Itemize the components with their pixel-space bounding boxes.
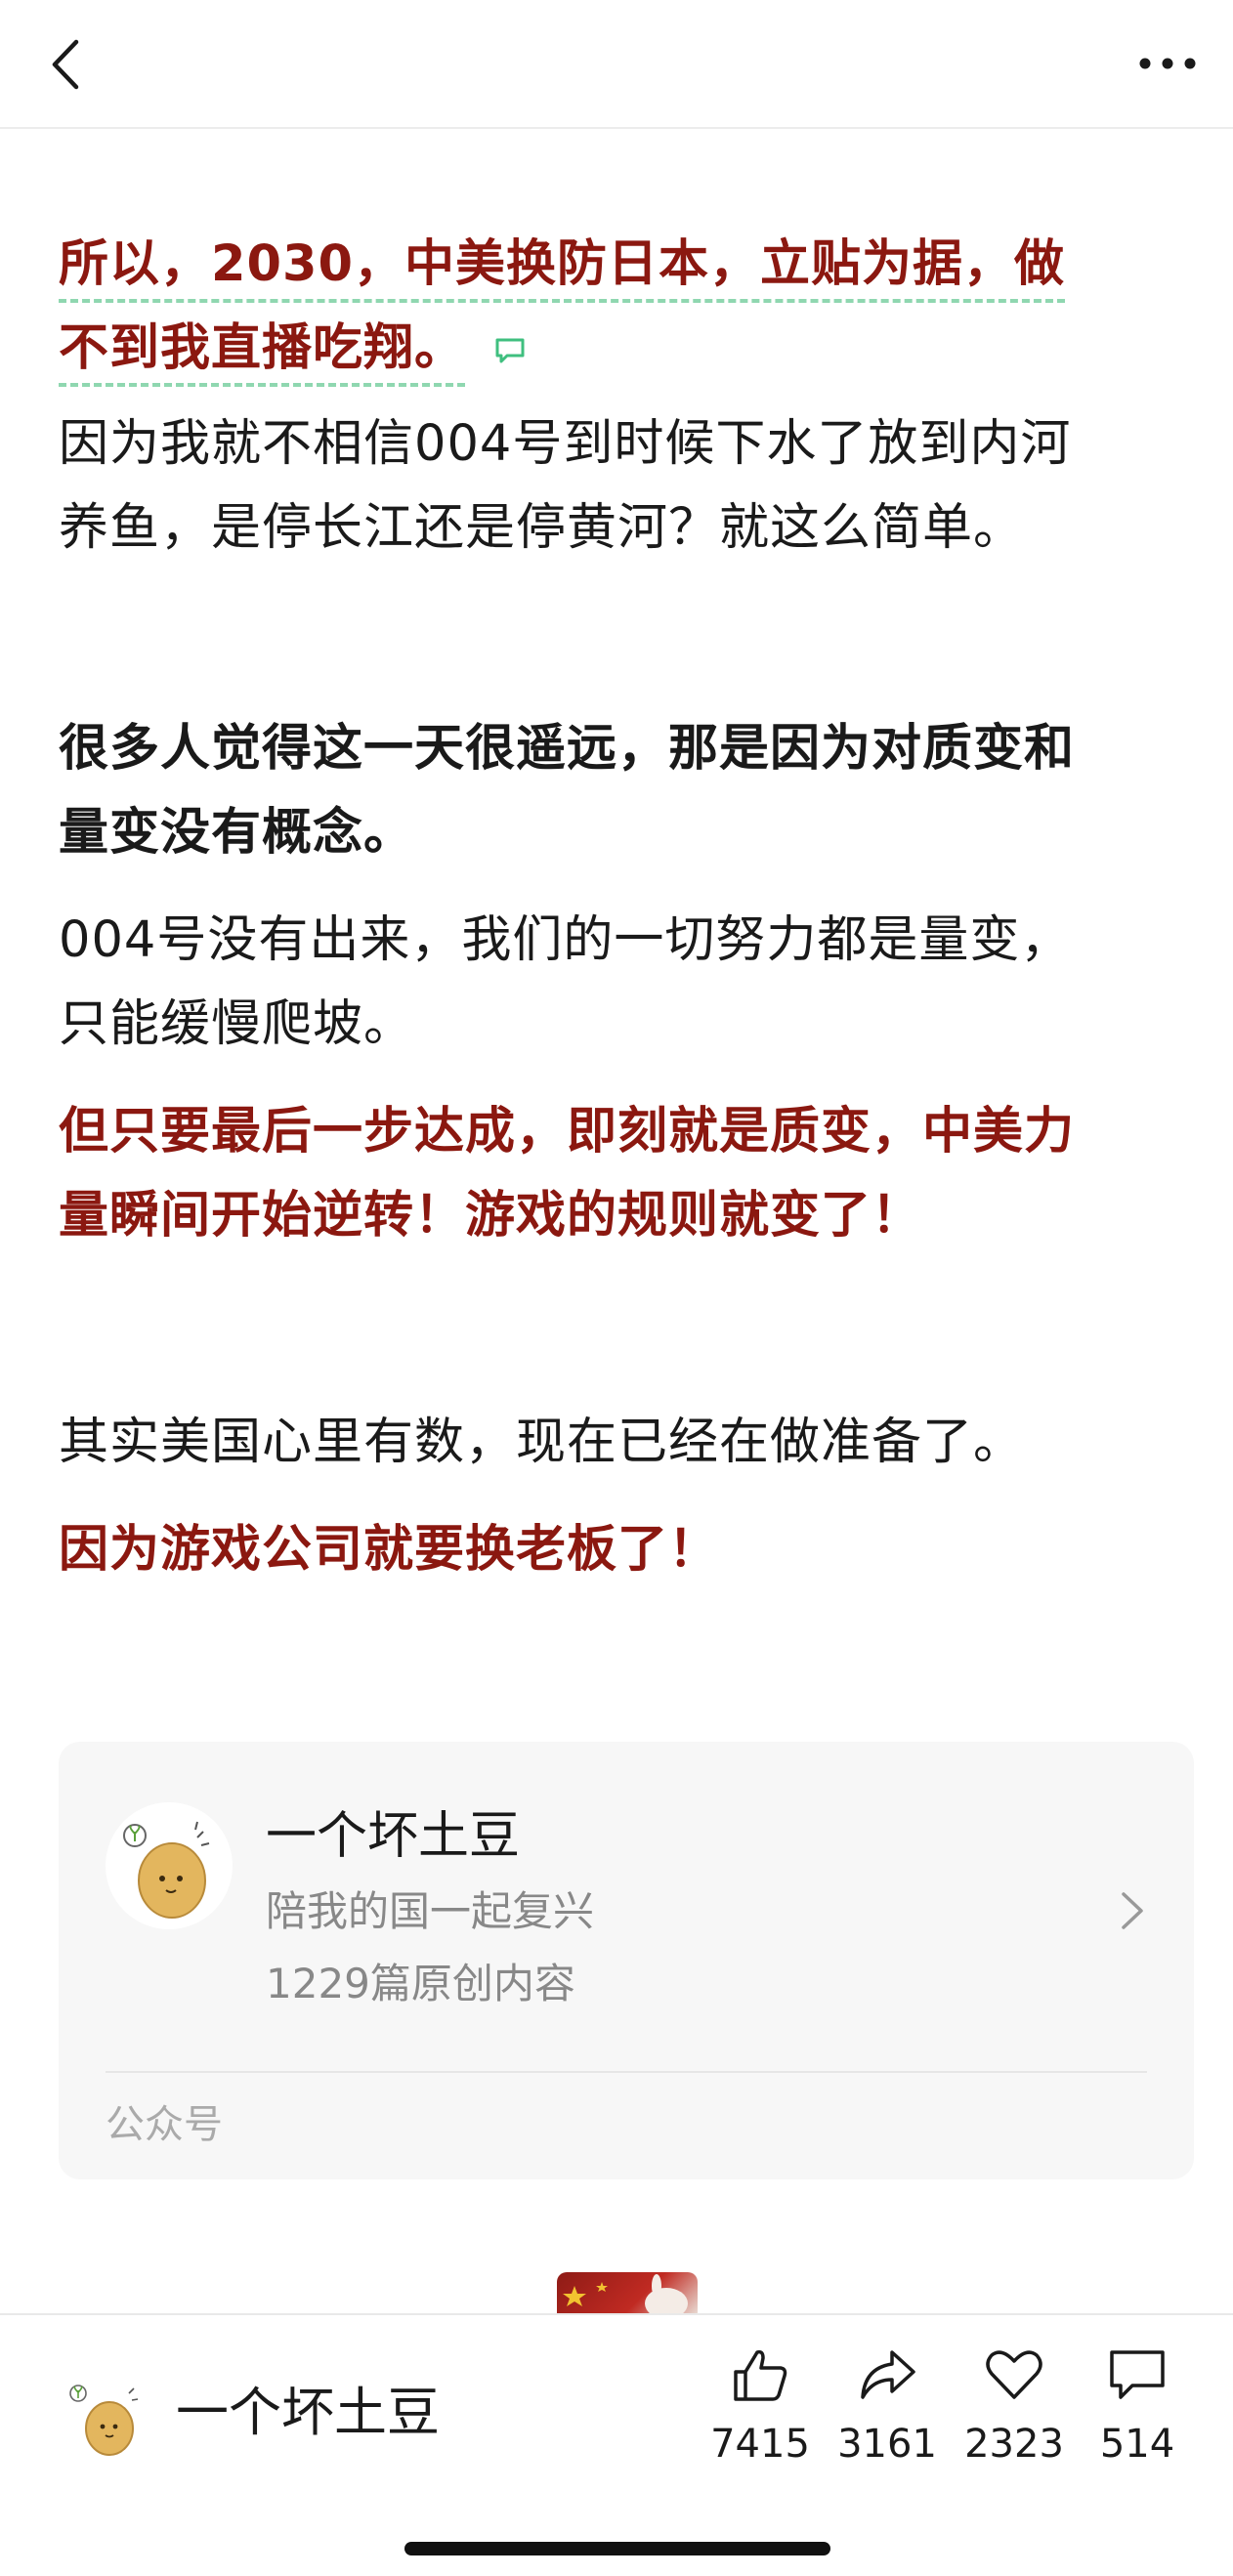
home-indicator[interactable] <box>404 2542 830 2555</box>
article-body: 所以，2030，中美换防日本，立贴为据，做 不到我直播吃翔。 因为我就不相信00… <box>59 223 1194 1592</box>
share-count: 3161 <box>837 2422 937 2467</box>
like-button[interactable]: 7415 <box>702 2344 819 2471</box>
article-count: 1229篇原创内容 <box>266 1960 575 2007</box>
potato-avatar-icon <box>106 1802 233 1929</box>
potato-avatar-icon[interactable] <box>59 2370 152 2464</box>
paragraph: 因为我就不相信004号到时候下水了放到内河 养鱼，是停长江还是停黄河？就这么简单… <box>59 402 1194 570</box>
paragraph-line: 004号没有出来，我们的一切努力都是量变， <box>59 911 1072 969</box>
comment-button[interactable]: 514 <box>1079 2344 1196 2471</box>
share-button[interactable]: 3161 <box>829 2344 946 2471</box>
flag-star-icon <box>563 2274 688 2313</box>
more-dots-icon <box>1139 58 1196 69</box>
paragraph: 004号没有出来，我们的一切努力都是量变， 只能缓慢爬坡。 <box>59 899 1194 1067</box>
paragraph-line: 量变没有概念。 <box>59 804 415 862</box>
favorite-count: 2323 <box>964 2422 1064 2467</box>
paragraph-line: 养鱼，是停长江还是停黄河？就这么简单。 <box>59 499 1025 557</box>
paragraph-line: 所以，2030，中美换防日本，立贴为据，做 <box>59 235 1065 303</box>
paragraph-line: 其实美国心里有数，现在已经在做准备了。 <box>59 1414 1025 1471</box>
favorite-button[interactable]: 2323 <box>956 2344 1073 2471</box>
paragraph-line: 量瞬间开始逆转！游戏的规则就变了！ <box>59 1187 923 1245</box>
bottom-action-bar: 一个坏土豆 7415 3161 2323 514 <box>0 2313 1233 2576</box>
paragraph-line: 但只要最后一步达成，即刻就是质变，中美力 <box>59 1103 1076 1161</box>
paragraph-highlight: 所以，2030，中美换防日本，立贴为据，做 不到我直播吃翔。 <box>59 223 1194 391</box>
more-options-button[interactable] <box>1133 39 1202 88</box>
thumbs-up-icon <box>734 2349 787 2401</box>
like-count: 7415 <box>710 2422 810 2467</box>
paragraph-line: 只能缓慢爬坡。 <box>59 995 415 1053</box>
paragraph-line: 因为我就不相信004号到时候下水了放到内河 <box>59 415 1072 473</box>
paragraph-line: 很多人觉得这一天很遥远，那是因为对质变和 <box>59 720 1076 778</box>
heart-icon <box>986 2350 1042 2399</box>
card-divider <box>106 2071 1147 2073</box>
paragraph-line: 因为游戏公司就要换老板了！ <box>59 1521 720 1579</box>
annotation-comment-icon[interactable] <box>493 336 527 365</box>
account-name: 一个坏土豆 <box>266 1807 521 1866</box>
comment-icon <box>1110 2350 1165 2399</box>
article-image-thumbnail[interactable] <box>557 2272 698 2313</box>
author-name[interactable]: 一个坏土豆 <box>176 2374 440 2452</box>
paragraph-bold: 很多人觉得这一天很遥远，那是因为对质变和 量变没有概念。 <box>59 707 1194 875</box>
paragraph: 其实美国心里有数，现在已经在做准备了。 <box>59 1401 1194 1485</box>
paragraph-highlight: 但只要最后一步达成，即刻就是质变，中美力 量瞬间开始逆转！游戏的规则就变了！ <box>59 1090 1194 1258</box>
back-button[interactable] <box>39 33 92 96</box>
account-profile-card[interactable]: 一个坏土豆 陪我的国一起复兴 1229篇原创内容 公众号 <box>59 1742 1194 2179</box>
paragraph-line: 不到我直播吃翔。 <box>59 319 466 387</box>
paragraph-highlight: 因为游戏公司就要换老板了！ <box>59 1508 1194 1592</box>
share-icon <box>861 2350 915 2399</box>
account-type-label: 公众号 <box>106 2102 223 2147</box>
account-description: 陪我的国一起复兴 <box>266 1887 595 1935</box>
chevron-right-icon <box>1122 1892 1143 1929</box>
comment-count: 514 <box>1099 2422 1175 2467</box>
chevron-left-icon <box>52 39 79 90</box>
top-nav-bar <box>0 0 1233 129</box>
